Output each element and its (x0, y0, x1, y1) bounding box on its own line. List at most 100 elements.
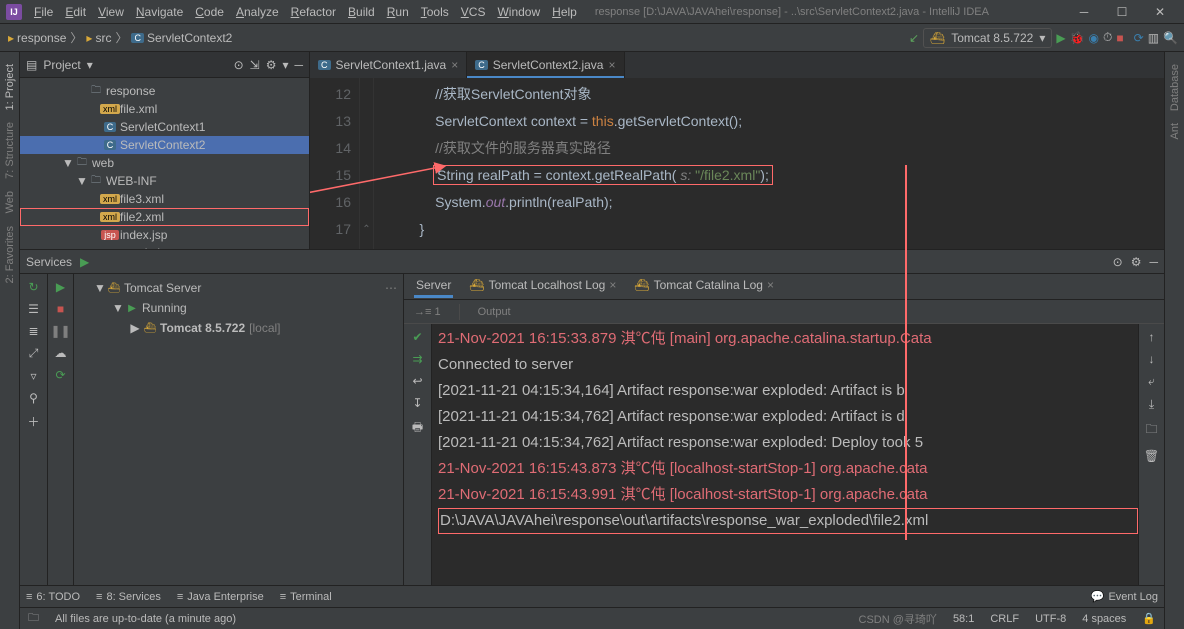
run-icon[interactable]: ▶ (56, 280, 65, 294)
gear-icon[interactable]: ⚙ (1131, 255, 1142, 269)
run-config-selector[interactable]: ⛴ Tomcat 8.5.722 ▾ (923, 28, 1052, 48)
filter-icon[interactable]: ☰ (28, 302, 39, 316)
coverage-icon[interactable]: ◉ (1089, 31, 1099, 45)
services-tree[interactable]: ▼⛴Tomcat Server⋯▼▶Running▶⛴Tomcat 8.5.72… (74, 274, 404, 585)
minimize-button[interactable]: ─ (1066, 1, 1102, 23)
indent[interactable]: 4 spaces (1082, 613, 1126, 625)
services-sub-left[interactable]: →≡ 1 (414, 306, 441, 318)
menu-view[interactable]: View (92, 3, 130, 21)
hide-panel-icon[interactable]: ─ (1149, 255, 1158, 269)
left-tab-structure[interactable]: 7: Structure (2, 116, 18, 185)
tree-item-servletcontext2[interactable]: CServletContext2 (20, 136, 309, 154)
svc-tree-item[interactable]: ▼▶Running (74, 298, 403, 318)
chevron-down-icon[interactable]: ▾ (87, 58, 93, 72)
restart-icon[interactable]: ⟳ (55, 368, 65, 382)
code-content[interactable]: //获取ServletContent对象 ServletContext cont… (374, 78, 1164, 249)
tree-item-file2xml[interactable]: xmlfile2.xml (20, 208, 309, 226)
editor-tab[interactable]: CServletContext1.java× (310, 52, 467, 78)
project-view-icon[interactable]: ▤ (26, 58, 37, 72)
menu-vcs[interactable]: VCS (455, 3, 492, 21)
close-icon[interactable]: × (608, 58, 615, 72)
close-button[interactable]: ✕ (1142, 1, 1178, 23)
right-tab-database[interactable]: Database (1167, 58, 1183, 117)
pause-icon[interactable]: ❚❚ (50, 324, 70, 338)
scroll-up-icon[interactable]: ↑ (1149, 330, 1155, 344)
select-open-file-icon[interactable]: ⊙ (1113, 255, 1123, 269)
line-separator[interactable]: CRLF (990, 613, 1019, 625)
menu-analyze[interactable]: Analyze (230, 3, 285, 21)
tree-item-filexml[interactable]: xmlfile.xml (20, 100, 309, 118)
wrap-icon[interactable]: ↩ (412, 374, 422, 388)
expand-icon[interactable]: ⤢ (29, 346, 39, 361)
left-tab-favorites[interactable]: 2: Favorites (2, 220, 18, 289)
scroll-down-icon[interactable]: ↓ (1149, 352, 1155, 366)
menu-window[interactable]: Window (491, 3, 546, 21)
gear-icon[interactable]: ⚙ (266, 58, 277, 72)
tree-item-web[interactable]: ▼🗀web (20, 154, 309, 172)
breadcrumb[interactable]: ▸response (6, 29, 68, 47)
menu-code[interactable]: Code (189, 3, 230, 21)
bottom-tab[interactable]: ≡Terminal (280, 591, 332, 603)
debug-icon[interactable]: 🐞 (1070, 31, 1085, 45)
soft-wrap-icon[interactable]: ⤶ (1148, 374, 1155, 389)
bottom-tab[interactable]: ≡Java Enterprise (177, 591, 264, 603)
tree-item-servletcontext1[interactable]: CServletContext1 (20, 118, 309, 136)
menu-build[interactable]: Build (342, 3, 381, 21)
services-tab[interactable]: ⛴Tomcat Catalina Log× (632, 275, 776, 298)
menu-tools[interactable]: Tools (415, 3, 455, 21)
right-tab-ant[interactable]: Ant (1167, 117, 1183, 146)
hide-panel-icon[interactable]: ─ (294, 58, 303, 72)
run-icon[interactable]: ▶ (1056, 31, 1065, 45)
event-log-button[interactable]: 💬Event Log (1091, 590, 1158, 603)
clear-all-icon[interactable]: 🗀 (1145, 420, 1157, 441)
funnel-icon[interactable]: ▿ (30, 369, 36, 383)
trash-icon[interactable]: 🗑 (1144, 449, 1159, 463)
close-icon[interactable]: × (451, 58, 458, 72)
search-icon[interactable]: 🔍 (1163, 31, 1178, 45)
menu-edit[interactable]: Edit (59, 3, 92, 21)
menu-refactor[interactable]: Refactor (285, 3, 342, 21)
select-open-file-icon[interactable]: ⊙ (234, 58, 244, 72)
pin-icon[interactable]: ⚲ (29, 391, 38, 405)
menu-navigate[interactable]: Navigate (130, 3, 189, 21)
menu-help[interactable]: Help (546, 3, 583, 21)
rerun-icon[interactable]: ↻ (28, 280, 38, 294)
bottom-tab[interactable]: ≡8: Services (96, 591, 161, 603)
lock-icon[interactable]: 🔒 (1142, 612, 1156, 625)
menu-file[interactable]: File (28, 3, 59, 21)
stop-icon[interactable]: ■ (1116, 31, 1123, 45)
filter2-icon[interactable]: ≣ (28, 324, 38, 338)
project-tree[interactable]: 🗀responsexmlfile.xmlCServletContext1CSer… (20, 78, 309, 249)
update-icon[interactable]: ⟳ (1134, 31, 1144, 45)
stop-icon[interactable]: ■ (57, 302, 64, 316)
build-icon[interactable]: ↙ (909, 31, 919, 45)
code-area[interactable]: 121314151617 ⌃ //获取ServletContent对象 Serv… (310, 78, 1164, 249)
run-icon[interactable]: ▶ (80, 255, 89, 269)
editor-tab[interactable]: CServletContext2.java× (467, 52, 624, 78)
print-icon[interactable]: 🖶 (412, 418, 423, 439)
bottom-tab[interactable]: ≡6: TODO (26, 591, 80, 603)
services-output[interactable]: 21-Nov-2021 16:15:33.879 淇℃伅 [main] org.… (432, 324, 1138, 585)
tree-item-file3xml[interactable]: xmlfile3.xml (20, 190, 309, 208)
services-tab[interactable]: ⛴Tomcat Localhost Log× (467, 275, 618, 298)
services-tab[interactable]: Server (414, 275, 453, 298)
maximize-button[interactable]: ☐ (1104, 1, 1140, 23)
project-structure-icon[interactable]: ▥ (1148, 31, 1159, 45)
encoding[interactable]: UTF-8 (1035, 613, 1066, 625)
tree-item-webinf[interactable]: ▼🗀WEB-INF (20, 172, 309, 190)
scroll-to-end-icon[interactable]: ↧ (412, 396, 422, 410)
deploy-all-icon[interactable]: ⇉ (412, 352, 422, 366)
tree-item-response[interactable]: 🗀response (20, 82, 309, 100)
left-tab-project[interactable]: 1: Project (2, 58, 18, 116)
left-tab-web[interactable]: Web (2, 185, 18, 219)
menu-run[interactable]: Run (381, 3, 415, 21)
profile-icon[interactable]: ⏱ (1103, 30, 1112, 45)
tree-item-indexjsp[interactable]: jspindex.jsp (20, 226, 309, 244)
deploy-icon[interactable]: ☁ (55, 346, 67, 360)
add-icon[interactable]: ＋ (27, 413, 39, 430)
svc-tree-item[interactable]: ▶⛴Tomcat 8.5.722[local] (74, 318, 403, 338)
scroll-end-icon[interactable]: ⤓ (1149, 397, 1154, 412)
breadcrumb[interactable]: ▸src (84, 29, 113, 47)
breadcrumb[interactable]: CServletContext2 (129, 29, 234, 47)
svc-tree-item[interactable]: ▼⛴Tomcat Server⋯ (74, 278, 403, 298)
